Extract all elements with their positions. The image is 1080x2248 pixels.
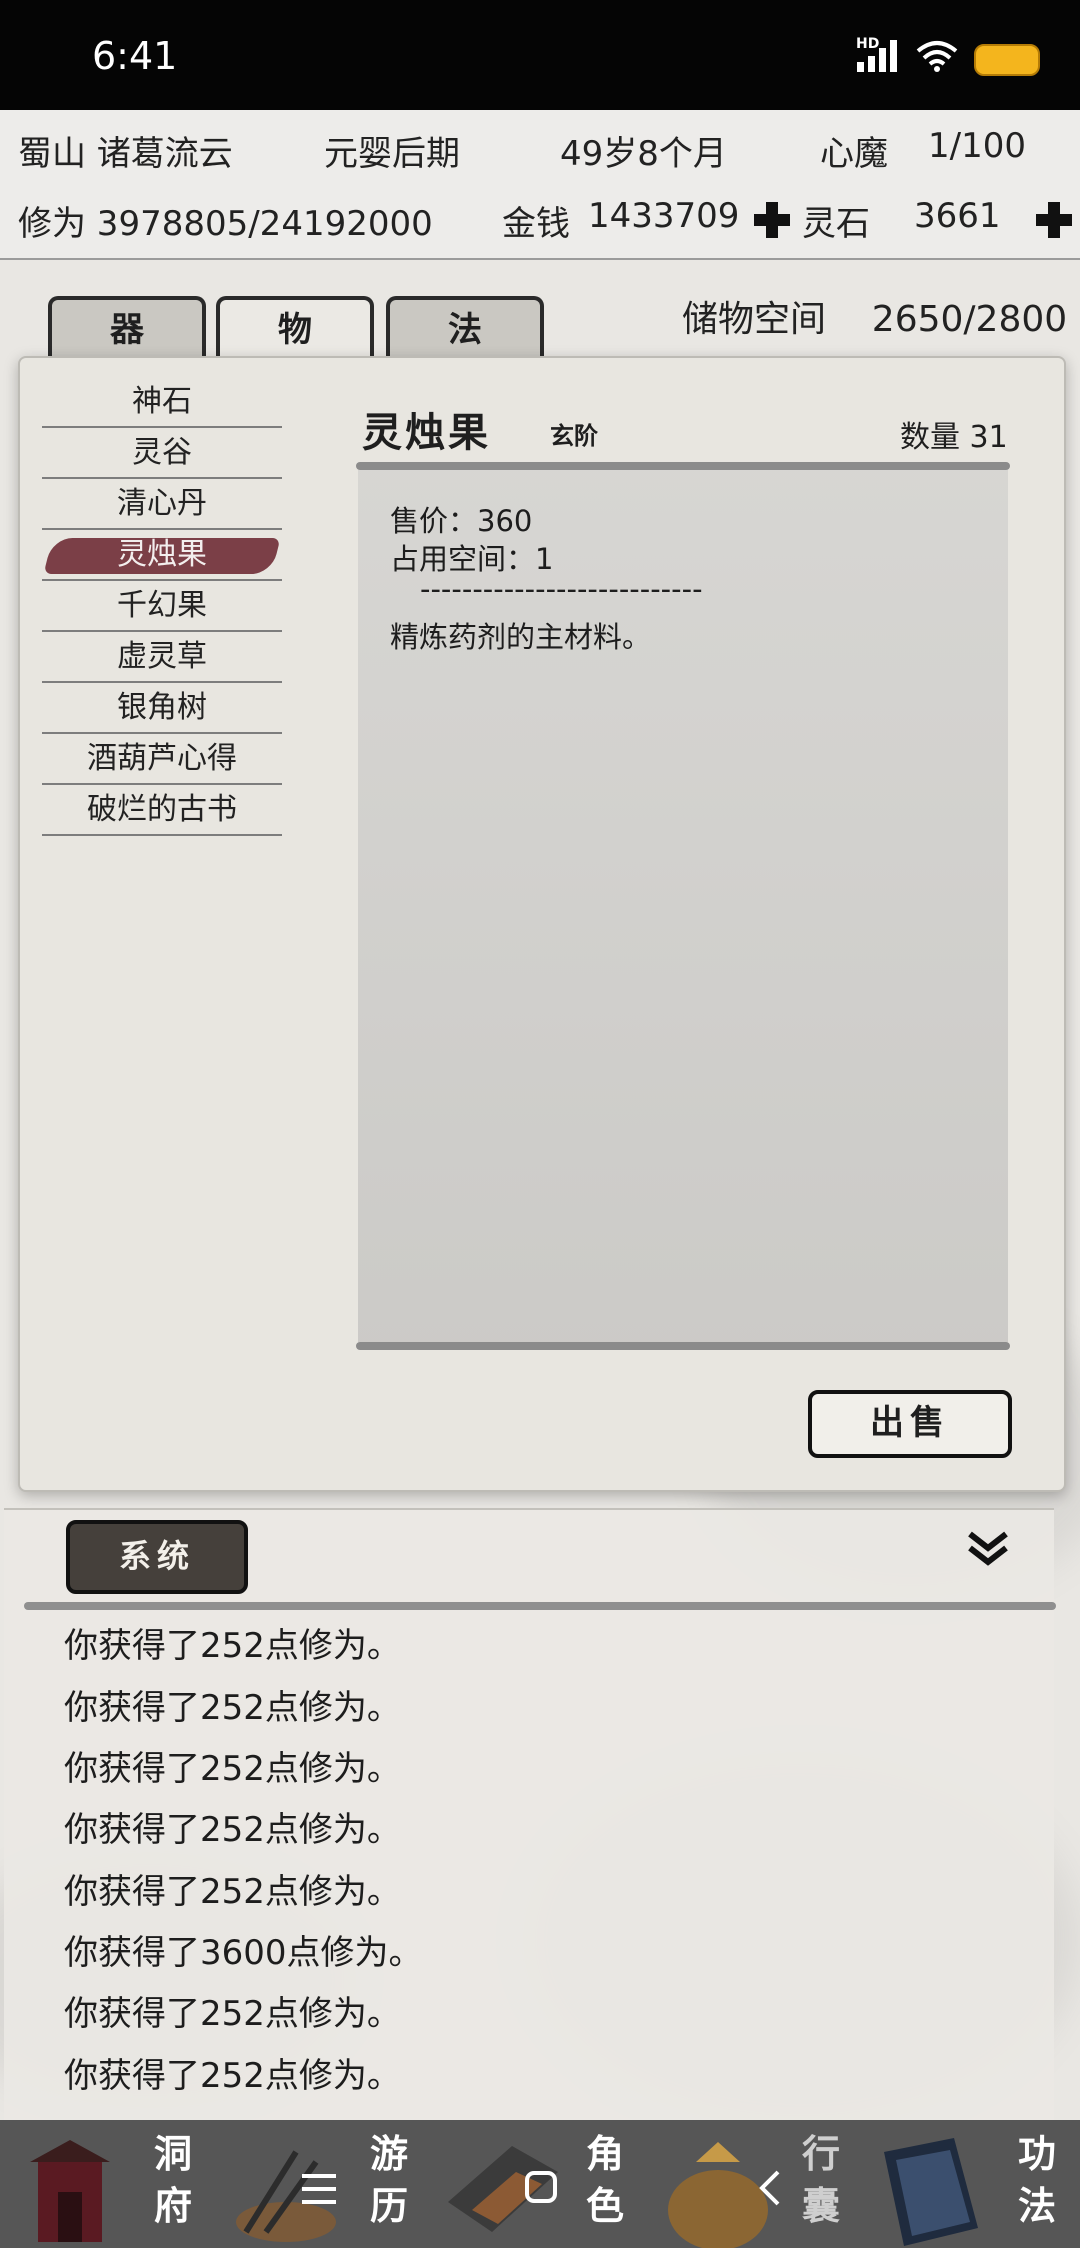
item-quantity: 数量 31 — [900, 420, 1008, 455]
storage-space: 储物空间 2650/2800 — [682, 290, 1067, 342]
tab-system[interactable]: 系统 — [66, 1520, 248, 1594]
tab-items[interactable]: 物 — [216, 296, 374, 364]
storage-label: 储物空间 — [682, 299, 827, 340]
heart-demon-label: 心魔 — [820, 134, 888, 174]
item-name: 灵烛果 — [362, 410, 491, 456]
sell-button[interactable]: 出售 — [808, 1390, 1012, 1458]
battery-icon — [974, 44, 1040, 76]
item-list: 神石 灵谷 清心丹 灵烛果 千幻果 虚灵草 银角树 酒葫芦心得 破烂的古书 — [42, 378, 282, 837]
list-item[interactable]: 神石 — [42, 378, 282, 428]
log-entry: 你获得了252点修为。 — [64, 1626, 401, 1666]
spirit-stone-value: 3661 — [914, 196, 1001, 236]
log-entry: 你获得了3600点修为。 — [64, 1933, 423, 1973]
cultivation-text: 修为 3978805/24192000 — [18, 204, 433, 244]
nav-label: 行囊 — [802, 2132, 845, 2228]
nav-label: 洞府 — [154, 2132, 197, 2228]
log-entry: 你获得了252点修为。 — [64, 1749, 401, 1789]
divider — [356, 1342, 1010, 1350]
book-icon — [884, 2138, 978, 2246]
list-item-selected[interactable]: 灵烛果 — [42, 531, 282, 581]
list-item[interactable]: 破烂的古书 — [42, 786, 282, 836]
list-item[interactable]: 灵谷 — [42, 429, 282, 479]
description-divider: --------------------------- — [420, 572, 703, 606]
tab-equipment[interactable]: 器 — [48, 296, 206, 364]
divider — [356, 462, 1010, 470]
item-price: 售价：360 — [390, 504, 533, 538]
status-time: 6:41 — [92, 34, 178, 78]
age-text: 49岁8个月 — [560, 134, 727, 174]
status-bar: 6:41 HD — [0, 0, 1080, 110]
tab-techniques[interactable]: 法 — [386, 296, 544, 364]
list-item[interactable]: 清心丹 — [42, 480, 282, 530]
wifi-icon — [916, 41, 958, 72]
item-description: 精炼药剂的主材料。 — [390, 620, 652, 654]
back-icon[interactable] — [756, 2168, 782, 2208]
nav-techniques[interactable]: 功法 — [864, 2120, 1080, 2248]
nav-label: 游历 — [370, 2132, 413, 2228]
log-entry: 你获得了252点修为。 — [64, 1872, 401, 1912]
player-name: 蜀山 诸葛流云 — [18, 134, 233, 174]
heart-demon-value: 1/100 — [928, 126, 1026, 166]
item-grade: 玄阶 — [550, 422, 598, 450]
realm-text: 元婴后期 — [324, 134, 460, 174]
signal-icon — [857, 40, 897, 72]
list-item[interactable]: 银角树 — [42, 684, 282, 734]
nav-palace[interactable]: 洞府 — [0, 2120, 216, 2248]
list-item[interactable]: 酒葫芦心得 — [42, 735, 282, 785]
spirit-stone-label: 灵石 — [802, 204, 870, 244]
money-value: 1433709 — [588, 196, 740, 236]
menu-icon[interactable] — [300, 2172, 338, 2206]
home-icon[interactable] — [524, 2170, 558, 2204]
list-item[interactable]: 虚灵草 — [42, 633, 282, 683]
bottom-navigation: 洞府 游历 角色 行囊 功法 — [0, 2120, 1080, 2248]
list-item[interactable]: 千幻果 — [42, 582, 282, 632]
nav-label: 角色 — [586, 2132, 629, 2228]
log-entry: 你获得了252点修为。 — [64, 1994, 401, 2034]
storage-value: 2650/2800 — [871, 299, 1068, 340]
log-entry: 你获得了252点修为。 — [64, 1810, 401, 1850]
log-entry: 你获得了252点修为。 — [64, 1688, 401, 1728]
add-money-icon[interactable] — [752, 200, 792, 240]
player-info-header: 蜀山 诸葛流云 元婴后期 49岁8个月 心魔 1/100 修为 3978805/… — [0, 110, 1080, 260]
divider — [24, 1602, 1056, 1610]
collapse-chevron-icon[interactable] — [966, 1528, 1010, 1568]
add-spirit-stone-icon[interactable] — [1034, 200, 1074, 240]
log-entry: 你获得了252点修为。 — [64, 2056, 401, 2096]
money-label: 金钱 — [502, 204, 570, 244]
palace-icon — [30, 2140, 110, 2242]
nav-label: 功法 — [1018, 2132, 1061, 2228]
